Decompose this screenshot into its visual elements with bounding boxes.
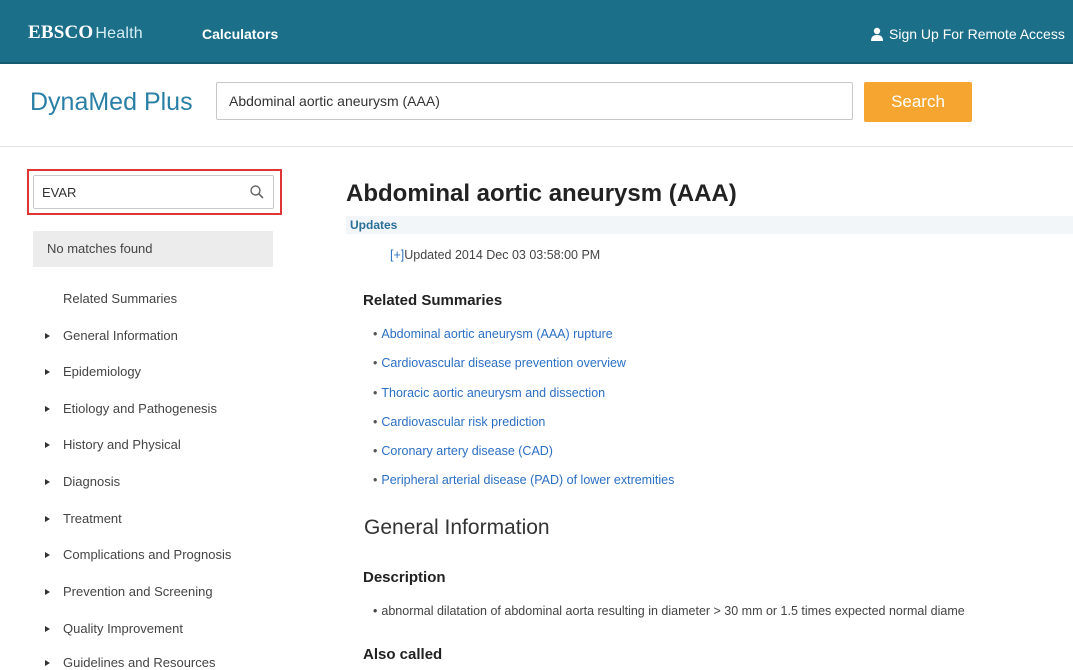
- related-link-label: Peripheral arterial disease (PAD) of low…: [381, 473, 675, 487]
- top-bar: EBSCO Health Calculators Sign Up For Remo…: [0, 0, 1073, 64]
- expand-triangle-icon: [45, 333, 50, 339]
- expand-update-toggle[interactable]: [+]: [390, 248, 404, 262]
- related-link-label: Cardiovascular disease prevention overvi…: [381, 356, 626, 370]
- dynamed-plus-logo[interactable]: DynaMed Plus: [30, 88, 193, 117]
- remote-access-label: Sign Up For Remote Access: [889, 26, 1065, 42]
- related-link[interactable]: • Peripheral arterial disease (PAD) of lo…: [373, 473, 674, 487]
- description-heading: Description: [363, 569, 446, 586]
- ebsco-health-logo[interactable]: EBSCO Health: [28, 22, 143, 44]
- search-button[interactable]: Search: [864, 82, 972, 122]
- description-text: abnormal dilatation of abdominal aorta r…: [381, 604, 965, 618]
- related-link[interactable]: • Coronary artery disease (CAD): [373, 444, 553, 458]
- related-summaries-heading: Related Summaries: [363, 292, 503, 309]
- related-link[interactable]: • Cardiovascular disease prevention overv…: [373, 356, 626, 370]
- sidebar-item-prevention[interactable]: Prevention and Screening: [45, 584, 213, 599]
- related-link-label: Coronary artery disease (CAD): [381, 444, 553, 458]
- expand-triangle-icon: [45, 516, 50, 522]
- bullet: •: [373, 356, 378, 370]
- updates-label: Updates: [350, 218, 398, 232]
- related-link[interactable]: • Thoracic aortic aneurysm and dissection: [373, 386, 605, 400]
- no-matches-message: No matches found: [33, 231, 273, 267]
- search-band: DynaMed Plus Search: [0, 64, 1073, 147]
- expand-triangle-icon: [45, 626, 50, 632]
- expand-triangle-icon: [45, 479, 50, 485]
- sidebar-item-label: Quality Improvement: [63, 621, 183, 636]
- bullet: •: [373, 473, 378, 487]
- sidebar-search-input[interactable]: [33, 175, 274, 209]
- sidebar-item-quality-improvement[interactable]: Quality Improvement: [45, 621, 183, 636]
- calculators-link[interactable]: Calculators: [202, 26, 278, 42]
- sidebar-item-label: Treatment: [63, 511, 122, 526]
- bullet: •: [373, 327, 378, 341]
- sidebar-item-epidemiology[interactable]: Epidemiology: [45, 364, 141, 379]
- related-link[interactable]: • Abdominal aortic aneurysm (AAA) rupture: [373, 327, 613, 341]
- expand-triangle-icon: [45, 552, 50, 558]
- bullet: •: [373, 415, 378, 429]
- sidebar-item-label: Complications and Prognosis: [63, 547, 232, 562]
- sidebar-item-treatment[interactable]: Treatment: [45, 511, 122, 526]
- sidebar-item-general-information[interactable]: General Information: [45, 328, 178, 343]
- sidebar-item-label: General Information: [63, 328, 178, 343]
- sidebar-item-history-physical[interactable]: History and Physical: [45, 437, 181, 452]
- also-called-heading: Also called: [363, 646, 443, 663]
- description-bullet: • abnormal dilatation of abdominal aorta …: [373, 604, 1073, 618]
- expand-triangle-icon: [45, 442, 50, 448]
- sidebar-item-label: Prevention and Screening: [63, 584, 213, 599]
- general-information-heading: General Information: [364, 516, 550, 539]
- update-entry: [+]Updated 2014 Dec 03 03:58:00 PM: [390, 248, 600, 262]
- expand-triangle-icon: [45, 589, 50, 595]
- related-link-label: Abdominal aortic aneurysm (AAA) rupture: [381, 327, 613, 341]
- sidebar-item-label: Epidemiology: [63, 364, 142, 379]
- sidebar-item-related-summaries[interactable]: Related Summaries: [63, 291, 177, 306]
- expand-triangle-icon: [45, 406, 50, 412]
- related-link-label: Cardiovascular risk prediction: [381, 415, 546, 429]
- search-icon[interactable]: [249, 184, 265, 200]
- expand-triangle-icon: [45, 369, 50, 375]
- related-link[interactable]: • Cardiovascular risk prediction: [373, 415, 545, 429]
- bullet: •: [373, 444, 378, 458]
- sidebar-item-label: History and Physical: [63, 437, 181, 452]
- updates-bar: [346, 216, 1073, 234]
- sidebar-item-etiology[interactable]: Etiology and Pathogenesis: [45, 401, 217, 416]
- expand-triangle-icon: [45, 660, 50, 666]
- bullet: •: [373, 604, 378, 618]
- sidebar-item-complications[interactable]: Complications and Prognosis: [45, 547, 231, 562]
- user-icon: [871, 27, 883, 41]
- remote-access-link[interactable]: Sign Up For Remote Access: [870, 26, 1065, 42]
- sidebar-item-label: Etiology and Pathogenesis: [63, 401, 217, 416]
- update-text: Updated 2014 Dec 03 03:58:00 PM: [404, 248, 601, 262]
- sidebar-item-label: Diagnosis: [63, 474, 121, 489]
- page-title: Abdominal aortic aneurysm (AAA): [346, 180, 737, 207]
- brand-main: EBSCO: [28, 22, 94, 43]
- sidebar-item-diagnosis[interactable]: Diagnosis: [45, 474, 120, 489]
- main-search-input[interactable]: [216, 82, 853, 120]
- brand-sub: Health: [95, 25, 143, 42]
- bullet: •: [373, 386, 378, 400]
- related-link-label: Thoracic aortic aneurysm and dissection: [381, 386, 606, 400]
